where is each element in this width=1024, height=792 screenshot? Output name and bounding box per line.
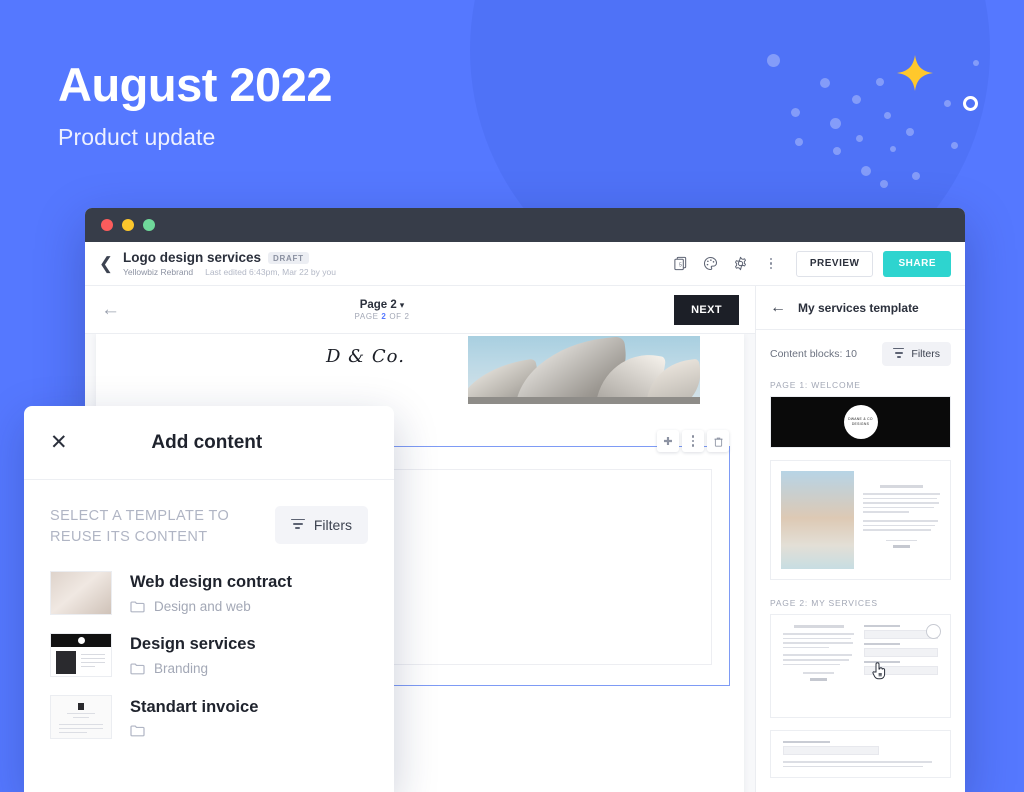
thumbnail-select-radio[interactable] xyxy=(926,624,941,639)
signature-text: D & Co. xyxy=(326,346,405,367)
next-button[interactable]: NEXT xyxy=(674,294,739,325)
thumbnail-page2-services[interactable] xyxy=(770,614,951,718)
modal-header: ✕ Add content xyxy=(24,406,394,480)
folder-icon xyxy=(130,600,145,612)
page-indicator: Page 2 ▾ PAGE 2 OF 2 xyxy=(90,299,674,321)
filter-icon xyxy=(893,347,905,360)
page-counter-prefix: PAGE xyxy=(354,311,379,321)
modal-title: Add content xyxy=(151,431,263,453)
chevron-down-icon[interactable]: ▾ xyxy=(400,300,405,310)
sidebar-subheader: Content blocks: 10 Filters xyxy=(756,330,965,374)
trash-icon[interactable] xyxy=(707,430,729,452)
minimize-window-button[interactable] xyxy=(122,219,134,231)
document-title: Logo design services xyxy=(123,250,262,265)
back-chevron-icon[interactable]: ❮ xyxy=(95,253,117,275)
folder-icon xyxy=(130,662,145,674)
page-subtitle: Product update xyxy=(58,124,216,151)
circle-outline-icon xyxy=(963,96,978,111)
more-vertical-icon[interactable] xyxy=(682,430,704,452)
sidebar-filters-button[interactable]: Filters xyxy=(882,342,951,366)
add-content-modal: ✕ Add content Select a template to reuse… xyxy=(24,406,394,792)
sidebar-section-label-2: PAGE 2: MY SERVICES xyxy=(770,598,878,608)
modal-subheader: Select a template to reuse its content F… xyxy=(24,480,394,562)
template-thumbnail xyxy=(50,571,112,616)
page-navigation-bar: ← Page 2 ▾ PAGE 2 OF 2 NEXT xyxy=(85,286,755,334)
status-badge: DRAFT xyxy=(268,251,309,264)
page-counter-current: 2 xyxy=(381,311,387,321)
template-list-item[interactable]: Design services Branding xyxy=(24,624,394,686)
hero-heading-group: August 2022 Product update xyxy=(58,58,332,151)
modal-filters-label: Filters xyxy=(313,517,352,533)
template-thumbnail xyxy=(50,633,112,678)
hand-cursor-icon xyxy=(872,662,886,680)
thumbnail-text-left xyxy=(783,625,855,707)
template-list-item[interactable]: Standart invoice xyxy=(24,686,394,748)
sydney-opera-house-photo[interactable] xyxy=(468,336,700,404)
template-sidebar: ← My services template Content blocks: 1… xyxy=(755,286,965,792)
page-counter: PAGE 2 OF 2 xyxy=(90,312,674,321)
window-titlebar xyxy=(85,208,965,242)
move-icon[interactable]: ✚ xyxy=(657,430,679,452)
project-name: Yellowbiz Rebrand xyxy=(123,267,194,277)
sidebar-title: My services template xyxy=(798,300,919,315)
more-vertical-icon[interactable] xyxy=(758,251,784,277)
template-list-item[interactable]: Web design contract Design and web xyxy=(24,562,394,624)
gear-icon[interactable] xyxy=(728,251,754,277)
preview-button[interactable]: PREVIEW xyxy=(795,250,874,277)
template-folder: Branding xyxy=(154,660,209,676)
document-meta: Logo design services DRAFT Yellowbiz Reb… xyxy=(123,250,668,277)
template-name: Web design contract xyxy=(130,572,292,591)
app-toolbar: ❮ Logo design services DRAFT Yellowbiz R… xyxy=(85,242,965,286)
page-title: August 2022 xyxy=(58,58,332,111)
thumbnail-page1-cover[interactable]: DWANE & CO DESIGNS xyxy=(770,396,951,448)
sidebar-back-arrow-icon[interactable]: ← xyxy=(770,299,786,317)
modal-instruction: Select a template to reuse its content xyxy=(50,508,230,546)
pages-icon[interactable]: 5 xyxy=(668,251,694,277)
thumbnail-page2-next[interactable] xyxy=(770,730,951,778)
thumbnail-page1-proposal[interactable] xyxy=(770,460,951,580)
filter-icon xyxy=(290,518,305,531)
palette-icon[interactable] xyxy=(698,251,724,277)
page-selector-label[interactable]: Page 2 xyxy=(360,299,397,311)
sidebar-section-label: PAGE 1: WELCOME xyxy=(770,380,861,390)
logo-badge: DWANE & CO DESIGNS xyxy=(843,405,878,439)
content-blocks-count: Content blocks: 10 xyxy=(770,348,857,360)
template-name: Design services xyxy=(130,634,256,653)
close-window-button[interactable] xyxy=(101,219,113,231)
last-edited-text: Last edited 6:43pm, Mar 22 by you xyxy=(205,267,336,277)
template-name: Standart invoice xyxy=(130,697,259,716)
folder-icon xyxy=(130,724,145,736)
sparkle-star-icon xyxy=(897,55,933,91)
sidebar-header: ← My services template xyxy=(756,286,965,330)
template-thumbnail xyxy=(50,695,112,740)
sidebar-filters-label: Filters xyxy=(911,348,940,360)
page-counter-suffix: OF 2 xyxy=(389,311,410,321)
maximize-window-button[interactable] xyxy=(143,219,155,231)
modal-filters-button[interactable]: Filters xyxy=(274,506,368,544)
thumbnail-text xyxy=(863,471,940,569)
share-button[interactable]: SHARE xyxy=(883,250,951,277)
template-folder: Design and web xyxy=(154,598,251,614)
toolbar-actions: 5 PREVIEW SHARE xyxy=(668,250,951,277)
svg-text:5: 5 xyxy=(679,262,682,268)
logo-text: DWANE & CO DESIGNS xyxy=(848,417,873,426)
block-toolbar: ✚ xyxy=(657,430,729,452)
thumbnail-photo xyxy=(781,471,855,569)
